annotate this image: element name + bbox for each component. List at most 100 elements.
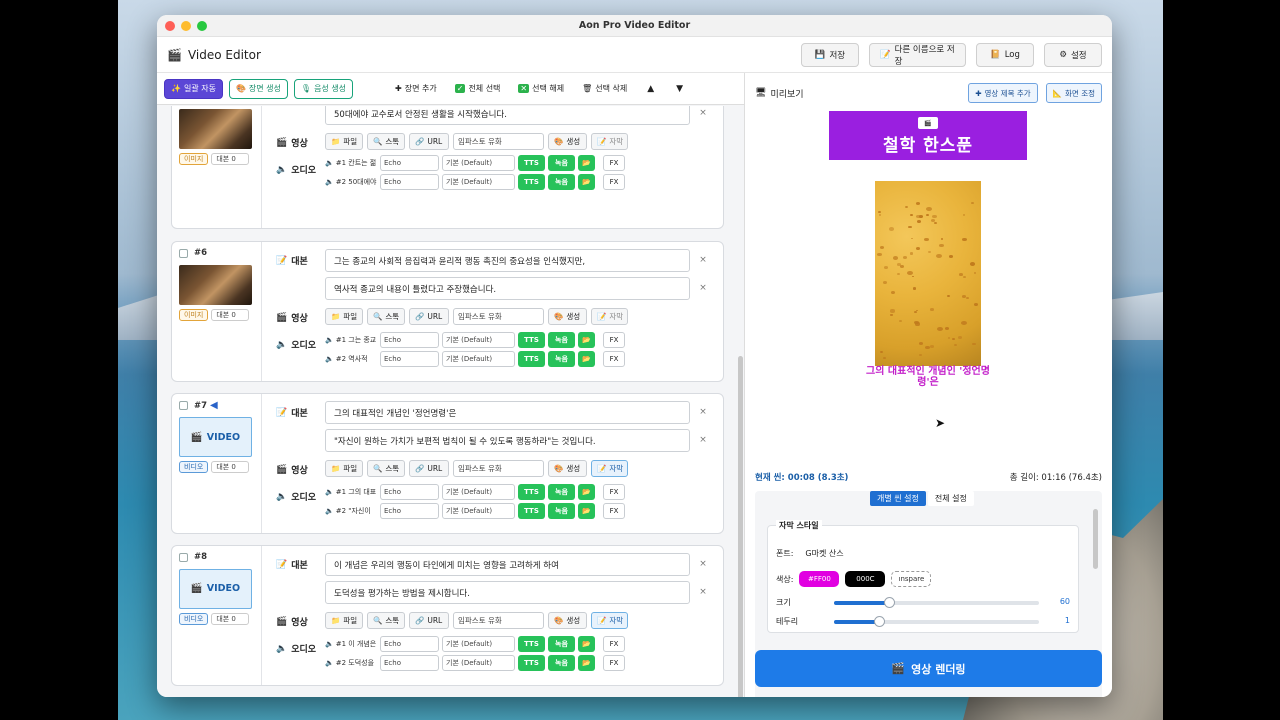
audio-folder-button[interactable]: 📂: [578, 332, 595, 348]
remove-line-button[interactable]: ×: [698, 435, 708, 445]
fx-button[interactable]: FX: [603, 503, 625, 519]
preset-select[interactable]: 기본 (Default): [442, 155, 515, 171]
minimize-window-button[interactable]: [181, 21, 191, 31]
generate-button[interactable]: 🎨 생성: [548, 133, 587, 150]
tab-scene-settings[interactable]: 개별 씬 설정: [870, 491, 926, 506]
fx-button[interactable]: FX: [603, 332, 625, 348]
size-slider[interactable]: [834, 597, 1039, 608]
remove-line-button[interactable]: ×: [698, 283, 708, 293]
scene-generate-button[interactable]: 🎨 장면 생성: [228, 78, 288, 99]
script-line-input[interactable]: "자신이 원하는 가치가 보편적 법칙이 될 수 있도록 행동하라"는 것입니다…: [325, 429, 690, 452]
script-line-input[interactable]: 역사적 종교의 내용이 틀렸다고 주장했습니다.: [325, 277, 690, 300]
voice-select[interactable]: Echo: [380, 332, 439, 348]
tts-button[interactable]: TTS: [518, 655, 545, 671]
url-button[interactable]: 🔗 URL: [409, 308, 449, 325]
preset-select[interactable]: 기본 (Default): [442, 332, 515, 348]
close-window-button[interactable]: [165, 21, 175, 31]
voice-generate-button[interactable]: 🎙 음성 생성: [293, 78, 354, 99]
scene-thumbnail[interactable]: 🎬 VIDEO: [179, 417, 252, 457]
generate-button[interactable]: 🎨 생성: [548, 460, 587, 477]
fx-button[interactable]: FX: [603, 484, 625, 500]
tts-button[interactable]: TTS: [518, 351, 545, 367]
audio-folder-button[interactable]: 📂: [578, 636, 595, 652]
url-button[interactable]: 🔗 URL: [409, 612, 449, 629]
script-line-input[interactable]: 이 개념은 우리의 행동이 타인에게 미치는 영향을 고려하게 하여: [325, 553, 690, 576]
auto-all-button[interactable]: ✨ 일괄 자동: [164, 78, 223, 99]
audio-folder-button[interactable]: 📂: [578, 155, 595, 171]
audio-folder-button[interactable]: 📂: [578, 174, 595, 190]
record-button[interactable]: 녹음: [548, 155, 575, 171]
audio-folder-button[interactable]: 📂: [578, 655, 595, 671]
log-button[interactable]: 📔 Log: [976, 42, 1034, 67]
tab-global-settings[interactable]: 전체 설정: [927, 491, 974, 506]
voice-select[interactable]: Echo: [380, 351, 439, 367]
text-color-chip[interactable]: #FF00: [799, 571, 840, 587]
stock-button[interactable]: 🔍 스톡: [367, 133, 405, 150]
record-button[interactable]: 녹음: [548, 655, 575, 671]
scene-checkbox[interactable]: [179, 248, 188, 258]
stock-button[interactable]: 🔍 스톡: [367, 460, 405, 477]
preset-select[interactable]: 기본 (Default): [442, 351, 515, 367]
move-up-button[interactable]: ▲: [639, 79, 662, 99]
file-button[interactable]: 📁 파일: [325, 460, 363, 477]
type-tag[interactable]: 이미지: [179, 153, 209, 165]
script-line-input[interactable]: 그는 종교의 사회적 응집력과 윤리적 행동 촉진의 중요성을 인식했지만,: [325, 249, 690, 272]
tts-button[interactable]: TTS: [518, 636, 545, 652]
voice-select[interactable]: Echo: [380, 503, 439, 519]
file-button[interactable]: 📁 파일: [325, 133, 363, 150]
fx-button[interactable]: FX: [603, 155, 625, 171]
file-button[interactable]: 📁 파일: [325, 612, 363, 629]
remove-line-button[interactable]: ×: [698, 255, 708, 265]
settings-scrollbar[interactable]: [1093, 509, 1098, 569]
type-tag[interactable]: 비디오: [179, 612, 209, 625]
title-banner[interactable]: 🎬 철학 한스푼: [829, 111, 1027, 160]
scene-checkbox[interactable]: [179, 552, 188, 562]
script-line-input[interactable]: 50대에야 교수로서 안정된 생활을 시작했습니다.: [325, 106, 690, 125]
scene-thumbnail[interactable]: [179, 109, 252, 149]
save-button[interactable]: 💾 저장: [801, 42, 859, 67]
style-input[interactable]: 임파스토 유화: [453, 460, 544, 477]
add-title-button[interactable]: ✚ 영상 제목 추가: [968, 83, 1038, 103]
fx-button[interactable]: FX: [603, 174, 625, 190]
remove-line-button[interactable]: ×: [698, 559, 708, 569]
subtitle-button[interactable]: 📝 자막: [591, 308, 628, 325]
url-button[interactable]: 🔗 URL: [409, 133, 449, 150]
save-as-button[interactable]: 📝 다른 이름으로 저장: [869, 42, 966, 67]
voice-select[interactable]: Echo: [380, 655, 439, 671]
record-button[interactable]: 녹음: [548, 636, 575, 652]
aspect-adjust-button[interactable]: 📐 화면 조정: [1045, 83, 1102, 103]
voice-select[interactable]: Echo: [380, 155, 439, 171]
generate-button[interactable]: 🎨 생성: [548, 308, 587, 325]
stock-button[interactable]: 🔍 스톡: [367, 308, 405, 325]
move-down-button[interactable]: ▼: [668, 79, 691, 99]
url-button[interactable]: 🔗 URL: [409, 460, 449, 477]
subtitle-button[interactable]: 📝 자막: [591, 612, 628, 629]
audio-folder-button[interactable]: 📂: [578, 503, 595, 519]
scene-thumbnail[interactable]: [179, 264, 252, 305]
fx-button[interactable]: FX: [603, 351, 625, 367]
record-button[interactable]: 녹음: [548, 503, 575, 519]
background-color-chip[interactable]: ınspare: [891, 571, 932, 587]
size-slider-knob[interactable]: [884, 597, 896, 608]
generate-button[interactable]: 🎨 생성: [548, 612, 587, 629]
render-video-button[interactable]: 🎬 영상 렌더링: [755, 650, 1102, 687]
voice-select[interactable]: Echo: [380, 174, 439, 190]
preset-select[interactable]: 기본 (Default): [442, 503, 515, 519]
tts-button[interactable]: TTS: [518, 332, 545, 348]
record-button[interactable]: 녹음: [548, 351, 575, 367]
border-slider-knob[interactable]: [874, 616, 886, 627]
subtitle-button[interactable]: 📝 자막: [591, 133, 628, 150]
border-slider[interactable]: [834, 616, 1039, 627]
remove-line-button[interactable]: ×: [698, 407, 708, 417]
tts-button[interactable]: TTS: [518, 484, 545, 500]
add-scene-button[interactable]: ✚ 장면 추가: [389, 79, 443, 99]
record-button[interactable]: 녹음: [548, 174, 575, 190]
preset-select[interactable]: 기본 (Default): [442, 484, 515, 500]
stock-button[interactable]: 🔍 스톡: [367, 612, 405, 629]
scene-list-scrollbar[interactable]: [738, 356, 743, 697]
style-input[interactable]: 임파스토 유화: [453, 612, 544, 629]
voice-select[interactable]: Echo: [380, 484, 439, 500]
fx-button[interactable]: FX: [603, 655, 625, 671]
style-input[interactable]: 임파스토 유화: [453, 133, 544, 150]
record-button[interactable]: 녹음: [548, 332, 575, 348]
